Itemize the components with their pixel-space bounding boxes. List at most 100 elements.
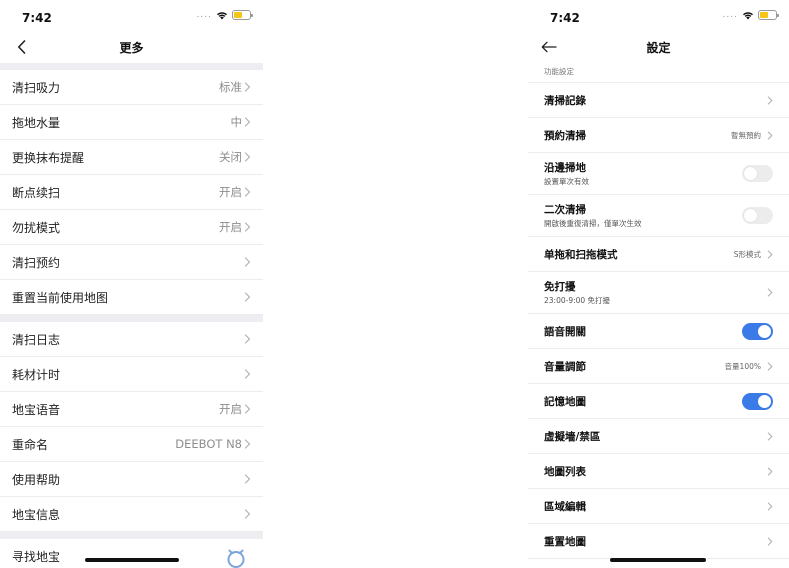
settings-row[interactable]: 使用帮助 (0, 462, 263, 497)
row-value: 音量100% (724, 361, 761, 371)
chevron-right-icon (244, 222, 251, 232)
row-label: 地宝语音 (12, 402, 61, 417)
row-value: 开启 (219, 402, 242, 416)
settings-row[interactable]: 地圖列表 (528, 454, 789, 489)
row-subtitle: 開啟後重復清掃，僅單次生效 (544, 219, 642, 228)
row-label: 預約清掃 (544, 129, 586, 142)
row-text: 區域編輯 (544, 499, 767, 514)
chevron-right-icon (767, 361, 773, 371)
row-label: 清扫预约 (12, 255, 61, 270)
row-label: 沿邊掃地 (544, 162, 586, 174)
row-text: 单拖和扫拖模式 (544, 247, 734, 262)
row-subtitle: 設置單次有效 (544, 177, 589, 186)
row-value: 暫無預約 (731, 130, 761, 140)
find-robot-label: 寻找地宝 (12, 550, 61, 564)
settings-row[interactable]: 清扫吸力 标准 (0, 70, 263, 105)
row-text: 記憶地圖 (544, 394, 742, 409)
row-text: 二次清掃開啟後重復清掃，僅單次生效 (544, 202, 742, 229)
toggle-switch[interactable] (742, 207, 773, 224)
chevron-right-icon (767, 95, 773, 105)
settings-row[interactable]: 預約清掃 暫無預約 (528, 118, 789, 153)
row-label: 重命名 (12, 437, 49, 452)
row-subtitle: 23:00-9:00 免打擾 (544, 296, 611, 305)
chevron-right-icon (767, 431, 773, 441)
settings-row[interactable]: 重置当前使用地图 (0, 280, 263, 315)
wifi-icon (217, 11, 227, 19)
row-label: 區域編輯 (544, 500, 586, 513)
row-label: 二次清掃 (544, 204, 586, 216)
row-label: 更换抹布提醒 (12, 150, 85, 165)
group-separator (0, 63, 263, 70)
settings-row[interactable]: 二次清掃開啟後重復清掃，僅單次生效 (528, 195, 789, 237)
settings-row[interactable]: 单拖和扫拖模式 S形模式 (528, 237, 789, 272)
settings-row[interactable]: 重置地圖 (528, 524, 789, 559)
chevron-right-icon (244, 117, 251, 127)
toggle-switch[interactable] (742, 392, 773, 410)
page-title: 更多 (119, 41, 144, 55)
toggle-switch[interactable] (742, 322, 773, 340)
chevron-right-icon (767, 466, 773, 476)
signal-icon: .... (196, 10, 212, 20)
chevron-right-icon (244, 474, 251, 484)
group-separator (0, 315, 263, 322)
settings-row[interactable]: 更换抹布提醒 关闭 (0, 140, 263, 175)
battery-icon (758, 10, 779, 20)
section-title: 功能設定 (528, 63, 789, 83)
row-label: 語音開關 (544, 325, 586, 338)
settings-row[interactable]: 清扫日志 (0, 322, 263, 357)
find-robot-row[interactable]: 寻找地宝 (0, 539, 263, 568)
settings-row[interactable]: 沿邊掃地設置單次有效 (528, 153, 789, 195)
settings-row[interactable]: 音量調節 音量100% (528, 349, 789, 384)
row-value: 开启 (219, 185, 242, 199)
row-value: 标准 (219, 80, 242, 94)
row-label: 清掃記錄 (544, 94, 586, 107)
left-phone-screen: 7:42 .... 更多 清扫吸力 标准 拖地水量中更换抹布提醒 关闭 断点续扫 开启 勿扰… (0, 0, 263, 568)
status-time: 7:42 (22, 11, 52, 25)
chevron-right-icon (767, 249, 773, 259)
row-text: 音量調節 (544, 359, 725, 374)
chevron-right-icon (244, 439, 251, 449)
settings-row[interactable]: 區域編輯 (528, 489, 789, 524)
chevron-right-icon (767, 130, 773, 140)
settings-row[interactable]: 記憶地圖 (528, 384, 789, 419)
settings-row[interactable]: 勿扰模式 开启 (0, 210, 263, 245)
row-label: 拖地水量 (12, 115, 61, 130)
nav-bar: 設定 (528, 30, 789, 63)
status-icons: .... (196, 10, 253, 20)
settings-row[interactable]: 重命名 DEEBOT N8 (0, 427, 263, 462)
row-label: 虛擬墻/禁區 (544, 430, 601, 443)
row-value: S形模式 (733, 249, 761, 259)
settings-row[interactable]: 免打擾 23:00-9:00 免打擾 (528, 272, 789, 314)
row-label: 使用帮助 (12, 472, 61, 487)
settings-row[interactable]: 清掃記錄 (528, 83, 789, 118)
battery-icon (232, 10, 253, 20)
row-text: 清掃記錄 (544, 93, 767, 108)
settings-row[interactable]: 断点续扫 开启 (0, 175, 263, 210)
chevron-right-icon (244, 82, 251, 92)
settings-row[interactable]: 耗材计时 (0, 357, 263, 392)
settings-row[interactable]: 地宝语音 开启 (0, 392, 263, 427)
row-label: 勿扰模式 (12, 220, 61, 235)
row-label: 免打擾 (544, 281, 576, 293)
settings-row[interactable]: 清扫预约 (0, 245, 263, 280)
chevron-right-icon (244, 187, 251, 197)
wifi-icon (743, 11, 753, 19)
page-title: 設定 (646, 41, 671, 55)
row-label: 单拖和扫拖模式 (544, 248, 618, 261)
settings-row[interactable]: 虛擬墻/禁區 (528, 419, 789, 454)
chevron-right-icon (244, 369, 251, 379)
status-icons: .... (723, 10, 779, 20)
settings-row[interactable]: 拖地水量 中 (0, 105, 263, 140)
toggle-switch[interactable] (742, 165, 773, 182)
settings-row[interactable]: 語音開關 (528, 314, 789, 349)
group-separator (0, 532, 263, 539)
status-bar: 7:42 .... (0, 0, 263, 30)
row-label: 記憶地圖 (544, 395, 586, 408)
chevron-right-icon (244, 292, 251, 302)
settings-row[interactable]: 地宝信息 (0, 497, 263, 532)
home-indicator (85, 558, 179, 562)
row-label: 清扫吸力 (12, 80, 61, 95)
chevron-right-icon (767, 288, 773, 297)
row-label: 地圖列表 (544, 465, 586, 478)
row-value: 中 (230, 115, 243, 129)
